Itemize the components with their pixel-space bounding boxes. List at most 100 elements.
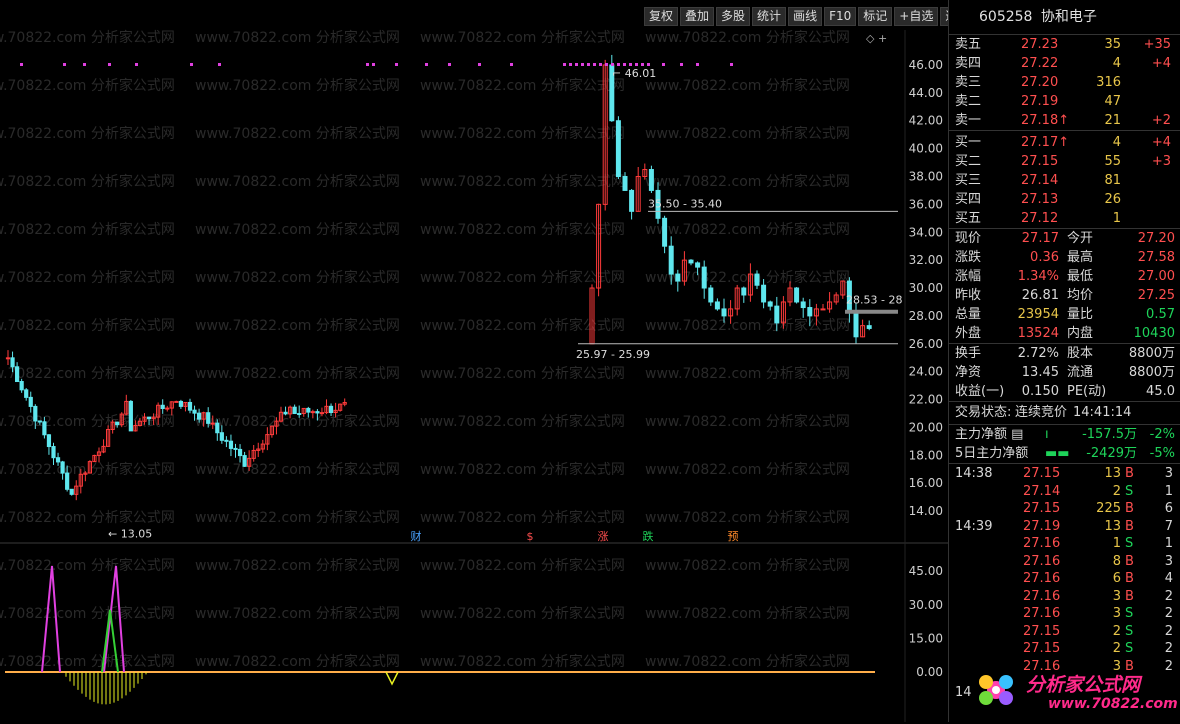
indicator-axis-label: 0.00 <box>916 665 943 679</box>
watermark-text: www.70822.com 分析家公式网 <box>0 653 175 670</box>
candle-body <box>283 411 288 415</box>
watermark-text: www.70822.com 分析家公式网 <box>0 605 175 622</box>
signal-dot <box>629 63 632 66</box>
event-marker-2: 涨 <box>598 530 609 543</box>
level-price: 27.15 <box>1021 154 1059 169</box>
toolbar-button-2[interactable]: 多股 <box>716 7 751 26</box>
candle-body <box>774 305 780 324</box>
signal-dot <box>563 63 566 66</box>
fund-label: 流通 <box>1067 365 1094 380</box>
tick-list[interactable]: 14:38 27.15 13 B 3 27.14 2 S 1 27.15 225 B 6 14:39 27.… <box>949 463 1180 674</box>
watermark-text: www.70822.com 分析家公式网 <box>0 221 175 238</box>
watermark-text: www.70822.com 分析家公式网 <box>645 221 850 238</box>
watermark-text: www.70822.com 分析家公式网 <box>0 461 175 478</box>
tick-volume: 8 <box>1112 553 1121 569</box>
candle-body <box>319 412 325 415</box>
signal-dot <box>611 63 614 66</box>
quote-value: 0.57 <box>1146 307 1175 322</box>
level-change: +2 <box>1151 113 1171 128</box>
tick-row-6: 27.16 6 B 4 <box>949 569 1180 587</box>
quote-label: 现价 <box>955 231 982 246</box>
tick-volume: 1 <box>1112 536 1121 551</box>
kline-chart-area[interactable]: www.70822.com 分析家公式网 www.70822.com 分析家公式网… <box>0 0 975 722</box>
toolbar-button-0[interactable]: 复权 <box>644 7 679 26</box>
candle-body <box>146 416 152 420</box>
trade-status: 交易状态: 连续竞价 14:41:14 <box>949 401 1180 424</box>
candle-body <box>28 396 33 407</box>
toolbar-button-1[interactable]: 叠加 <box>680 7 715 26</box>
toolbar-button-3[interactable]: 统计 <box>752 7 787 26</box>
watermark-text: www.70822.com 分析家公式网 <box>645 29 850 46</box>
tick-side: B <box>1125 553 1134 569</box>
candle-body <box>210 422 215 425</box>
candle-body <box>668 245 674 275</box>
toolbar-button-7[interactable]: +自选 <box>894 7 939 26</box>
signal-dot <box>623 63 626 66</box>
kline-chart[interactable]: www.70822.com 分析家公式网 www.70822.com 分析家公式网… <box>0 0 948 722</box>
toolbar-button-4[interactable]: 画线 <box>788 7 823 26</box>
tick-volume: 3 <box>1112 588 1121 604</box>
signal-dot <box>83 63 86 66</box>
price-axis-label: 24.00 <box>909 365 943 379</box>
tick-volume: 2 <box>1112 483 1121 499</box>
brand-logo: 分析家公式网 www.70822.com <box>968 660 1178 720</box>
watermark-text: www.70822.com 分析家公式网 <box>645 125 850 142</box>
tick-side: S <box>1125 483 1134 499</box>
candle-body <box>178 400 184 407</box>
tick-row-7: 27.16 3 B 2 <box>949 587 1180 605</box>
tick-count: 2 <box>1164 641 1173 656</box>
level-volume: 4 <box>1112 135 1121 150</box>
tick-price: 27.16 <box>1023 588 1061 604</box>
level-price: 27.17↑ <box>1021 135 1070 150</box>
candle-body <box>853 311 859 338</box>
event-marker-1: $ <box>527 530 534 543</box>
candle-body <box>648 169 654 191</box>
toolbar-button-6[interactable]: 标记 <box>858 7 893 26</box>
candle-body <box>761 284 767 303</box>
watermark-text: www.70822.com 分析家公式网 <box>0 77 175 94</box>
tick-row-8: 27.16 3 S 2 <box>949 604 1180 622</box>
quote-value: 10430 <box>1133 326 1175 341</box>
fundamentals-grid: 换手 2.72% 股本 8800万 净资 13.45 流通 8800万 收益(一) 0.150 PE… <box>949 343 1180 401</box>
watermark-text: www.70822.com 分析家公式网 <box>420 221 625 238</box>
signal-dot <box>372 63 375 66</box>
fund-label: 收益(一) <box>955 384 1005 399</box>
fund-value: 0.150 <box>1021 384 1059 399</box>
tick-price: 27.16 <box>1023 606 1061 621</box>
level-volume: 47 <box>1104 94 1121 109</box>
indicator-axis-label: 15.00 <box>909 631 943 645</box>
signal-dot <box>108 63 111 66</box>
candle-body <box>37 420 42 423</box>
watermark-text: www.70822.com 分析家公式网 <box>420 413 625 430</box>
signal-dot <box>575 63 578 66</box>
level-label: 买五 <box>955 211 982 226</box>
tick-side: S <box>1125 606 1134 621</box>
tick-count: 2 <box>1164 588 1173 604</box>
candle-body <box>233 447 238 450</box>
quote-row-5: 外盘 13524 内盘 10430 <box>949 324 1180 343</box>
toolbar-button-5[interactable]: F10 <box>824 7 857 26</box>
buy-level-3: 买四 27.13 26 <box>949 190 1180 209</box>
tick-row-1: 27.14 2 S 1 <box>949 482 1180 500</box>
level-volume: 26 <box>1104 192 1121 207</box>
candle-body <box>622 175 628 191</box>
candle-body <box>60 461 65 474</box>
watermark-text: www.70822.com 分析家公式网 <box>195 317 400 334</box>
fund-label: 股本 <box>1067 346 1094 361</box>
watermark-text: www.70822.com 分析家公式网 <box>195 653 400 670</box>
candle-body <box>741 287 747 296</box>
watermark-text: www.70822.com 分析家公式网 <box>645 605 850 622</box>
candle-body <box>662 217 668 247</box>
logo-url: www.70822.com <box>1048 696 1178 712</box>
tick-price: 27.16 <box>1023 536 1061 551</box>
quote-row-1: 涨跌 0.36 最高 27.58 <box>949 248 1180 267</box>
signal-dot <box>63 63 66 66</box>
watermark-text: www.70822.com 分析家公式网 <box>0 557 175 574</box>
candle-body <box>714 301 720 310</box>
fund-value: 13.45 <box>1021 365 1059 380</box>
tick-price: 27.16 <box>1023 571 1061 586</box>
watermark-text: www.70822.com 分析家公式网 <box>645 173 850 190</box>
candle-body <box>767 301 773 307</box>
level-change: +4 <box>1151 135 1171 150</box>
indicator-axis-label: 45.00 <box>909 564 943 578</box>
